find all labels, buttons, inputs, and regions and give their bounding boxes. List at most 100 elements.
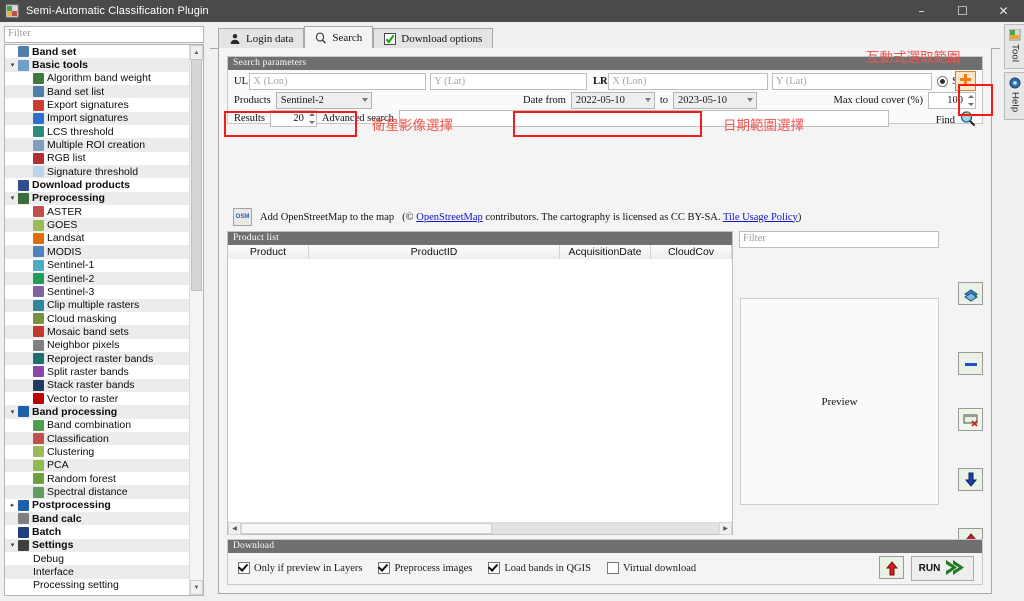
tab-login-data[interactable]: Login data [218,28,305,49]
find-button[interactable] [959,110,976,130]
sidebar-item-batch[interactable]: Batch [5,525,189,538]
sidebar-item-postprocessing[interactable]: ▸ Postprocessing [5,499,189,512]
sidebar-item-lcs-threshold[interactable]: LCS threshold [5,125,189,138]
preview-filter-input[interactable]: Filter [739,231,939,248]
vertical-tab-help[interactable]: Help [1004,72,1024,120]
preview-area[interactable]: Preview [740,298,939,505]
sidebar-item-clustering[interactable]: Clustering [5,445,189,458]
spinner-down-icon[interactable] [968,103,974,106]
sidebar-item-sentinel-1[interactable]: Sentinel-1 [5,259,189,272]
tree-expander-icon[interactable]: ▾ [7,61,18,69]
sidebar-item-basic-tools[interactable]: ▾ Basic tools [5,58,189,72]
sidebar-item-reproject-raster-bands[interactable]: Reproject raster bands [5,351,189,366]
tab-search[interactable]: Search [304,26,374,49]
sidebar-item-band-set[interactable]: Band set [5,45,189,58]
run-button[interactable]: RUN [911,556,974,581]
scroll-left-icon[interactable]: ◀ [228,522,241,535]
sidebar-item-cloud-masking[interactable]: Cloud masking [5,312,189,325]
sidebar-item-processing-setting[interactable]: Processing setting [5,579,189,592]
max-cloud-spinner[interactable]: 100 [928,92,976,109]
sidebar-item-random-forest[interactable]: Random forest [5,472,189,485]
tree-expander-icon[interactable]: ▾ [7,194,18,202]
tile-usage-policy-link[interactable]: Tile Usage Policy [723,212,798,223]
sidebar-item-rgb-list[interactable]: RGB list [5,152,189,165]
ul-x-input[interactable]: X (Lon) [249,73,427,90]
advanced-search-input[interactable] [398,110,889,127]
lr-y-input[interactable]: Y (Lat) [771,73,932,90]
sidebar-item-multiple-roi-creation[interactable]: Multiple ROI creation [5,138,189,152]
sidebar-item-classification[interactable]: Classification [5,431,189,446]
product-list-header[interactable]: Product ProductID AcquisitionDate CloudCov [228,245,732,260]
remove-preview-button[interactable] [958,352,983,375]
column-header-productid[interactable]: ProductID [309,245,560,259]
close-button[interactable]: ✕ [983,0,1024,22]
sidebar-item-clip-multiple-rasters[interactable]: Clip multiple rasters [5,298,189,312]
sidebar-item-aster[interactable]: ASTER [5,205,189,218]
product-list-body[interactable] [228,259,732,522]
scroll-down-icon[interactable]: ▼ [190,580,203,595]
osm-icon[interactable]: OSM [233,208,252,226]
tree-expander-icon[interactable]: ▾ [7,408,18,416]
checkbox-icon[interactable] [488,562,501,574]
date-from-input[interactable]: 2022-05-10 [570,92,655,109]
sidebar-item-signature-threshold[interactable]: Signature threshold [5,165,189,179]
sidebar-item-debug[interactable]: Debug [5,552,189,565]
sidebar-item-band-set-list[interactable]: Band set list [5,85,189,99]
minimize-button[interactable]: – [901,0,942,22]
osm-link[interactable]: OpenStreetMap [416,212,482,223]
sidebar-item-sentinel-3[interactable]: Sentinel-3 [5,285,189,298]
sidebar-item-import-signatures[interactable]: Import signatures [5,111,189,126]
sidebar-item-modis[interactable]: MODIS [5,245,189,259]
products-combobox[interactable]: Sentinel-2 [275,92,372,109]
sidebar-item-export-signatures[interactable]: Export signatures [5,98,189,111]
tab-download-options[interactable]: Download options [373,28,494,49]
tree-expander-icon[interactable]: ▾ [7,541,18,549]
checkbox-icon[interactable] [378,562,391,574]
sidebar-item-download-products[interactable]: Download products [5,178,189,191]
sidebar-item-spectral-distance[interactable]: Spectral distance [5,485,189,499]
sidebar-item-band-calc[interactable]: Band calc [5,512,189,526]
checkbox-icon[interactable] [238,562,250,574]
tree-vertical-scrollbar[interactable]: ▲ ▼ [189,45,203,595]
vertical-tab-tool[interactable]: Tool [1004,24,1024,70]
scroll-right-icon[interactable]: ▶ [719,522,732,535]
clear-preview-button[interactable] [958,408,983,431]
column-header-product[interactable]: Product [228,245,309,259]
download-option-load-bands-in-qgis[interactable]: Load bands in QGIS [488,562,591,574]
import-button[interactable] [958,468,983,491]
sidebar-item-settings[interactable]: ▾ Settings [5,538,189,553]
display-preview-button[interactable] [958,282,983,305]
results-spinner[interactable]: 20 [269,110,317,127]
sidebar-item-interface[interactable]: Interface [5,565,189,579]
download-option-only-if-preview-in-layers[interactable]: Only if preview in Layers [238,562,362,574]
scroll-up-icon[interactable]: ▲ [190,45,203,60]
sidebar-item-band-combination[interactable]: Band combination [5,419,189,432]
sidebar-item-vector-to-raster[interactable]: Vector to raster [5,392,189,405]
sidebar-item-split-raster-bands[interactable]: Split raster bands [5,365,189,378]
column-header-acquisitiondate[interactable]: AcquisitionDate [560,245,651,259]
sidebar-item-band-processing[interactable]: ▾ Band processing [5,405,189,419]
product-list-hscrollbar[interactable]: ◀ ▶ [228,522,732,535]
interactive-select-area-button[interactable] [955,71,976,91]
spinner-up-icon[interactable] [308,113,315,116]
sidebar-item-neighbor-pixels[interactable]: Neighbor pixels [5,339,189,352]
navigation-tree-items[interactable]: Band set ▾ Basic tools Algorithm band weigh… [5,45,189,595]
sidebar-item-landsat[interactable]: Landsat [5,232,189,245]
sidebar-item-goes[interactable]: GOES [5,218,189,232]
ul-y-input[interactable]: Y (Lat) [430,73,588,90]
sidebar-item-stack-raster-bands[interactable]: Stack raster bands [5,378,189,392]
maximize-button[interactable]: ☐ [942,0,983,22]
sidebar-item-mosaic-band-sets[interactable]: Mosaic band sets [5,325,189,339]
date-to-input[interactable]: 2023-05-10 [673,92,758,109]
hscroll-thumb[interactable] [241,523,492,534]
tree-expander-icon[interactable]: ▸ [7,501,18,509]
osm-add-label[interactable]: Add OpenStreetMap to the map [260,212,394,223]
sidebar-item-sentinel-2[interactable]: Sentinel-2 [5,271,189,286]
run-export-button[interactable] [879,556,904,579]
sidebar-filter-input[interactable]: Filter [4,26,204,43]
hscroll-track[interactable] [241,523,719,534]
download-option-virtual-download[interactable]: Virtual download [606,562,696,574]
sidebar-item-preprocessing[interactable]: ▾ Preprocessing [5,191,189,206]
spinner-down-icon[interactable] [308,121,315,124]
column-header-cloudcov[interactable]: CloudCov [651,245,732,259]
